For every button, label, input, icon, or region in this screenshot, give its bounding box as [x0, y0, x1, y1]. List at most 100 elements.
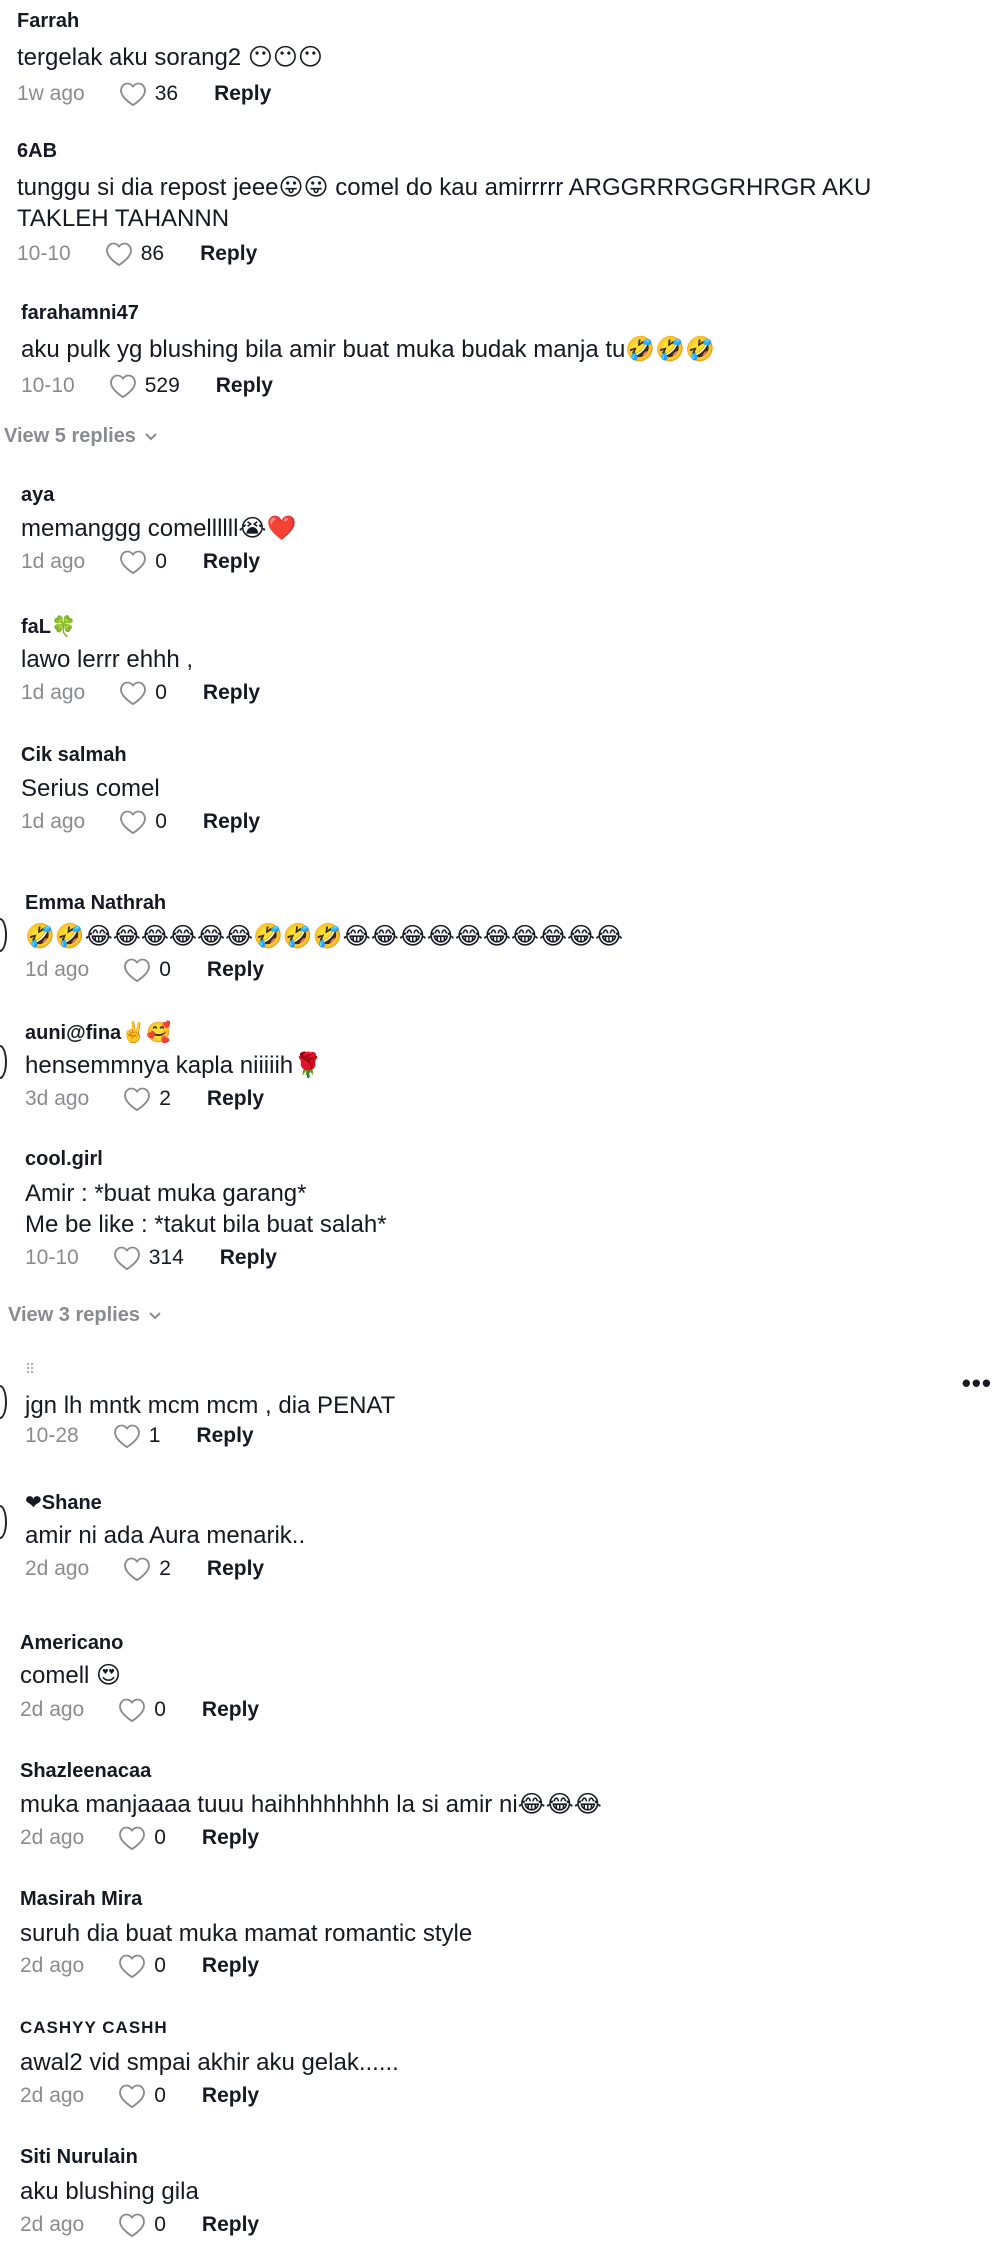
heart-outline-icon[interactable]: [118, 2083, 146, 2109]
comment-username[interactable]: faL🍀: [21, 614, 76, 639]
heart-outline-icon[interactable]: [109, 373, 137, 399]
heart-outline-icon[interactable]: [113, 1423, 141, 1449]
reply-button[interactable]: Reply: [200, 242, 257, 266]
reply-button[interactable]: Reply: [203, 810, 260, 834]
like-count: 36: [154, 82, 179, 105]
heart-outline-icon[interactable]: [123, 957, 151, 983]
comment-text: aku pulk yg blushing bila amir buat muka…: [21, 336, 715, 363]
heart-outline-icon[interactable]: [118, 1697, 146, 1723]
like-button[interactable]: 0: [118, 2083, 166, 2109]
like-button[interactable]: 0: [119, 680, 167, 706]
comment-username[interactable]: Cik salmah: [21, 744, 127, 767]
comment-meta: 2d ago 0 Reply: [20, 1950, 259, 1982]
like-button[interactable]: 0: [118, 1697, 166, 1723]
comment-meta: 2d ago 0 Reply: [20, 1694, 259, 1726]
like-button[interactable]: 36: [119, 81, 178, 107]
reply-button[interactable]: Reply: [214, 82, 271, 106]
comment-text: hensemmnya kapla niiiiih🌹: [25, 1052, 324, 1079]
comment-text: memanggg comellllll😭❤️: [21, 515, 297, 542]
avatar-edge: [0, 1045, 7, 1079]
like-count: 0: [154, 2213, 166, 2236]
comment-time: 1w ago: [17, 82, 85, 105]
like-button[interactable]: 86: [105, 241, 164, 267]
heart-outline-icon[interactable]: [119, 809, 147, 835]
comment-username[interactable]: Siti Nurulain: [20, 2146, 138, 2169]
like-button[interactable]: 0: [123, 957, 171, 983]
comment-meta: 1w ago 36 Reply: [17, 78, 271, 110]
reply-button[interactable]: Reply: [207, 958, 264, 982]
view-replies-label[interactable]: View 3 replies: [8, 1304, 140, 1327]
reply-button[interactable]: Reply: [202, 2084, 259, 2108]
heart-outline-icon[interactable]: [118, 2212, 146, 2238]
reply-button[interactable]: Reply: [202, 1826, 259, 1850]
comment-meta: 10-10 314 Reply: [25, 1242, 277, 1274]
heart-outline-icon[interactable]: [119, 680, 147, 706]
reply-button[interactable]: Reply: [203, 681, 260, 705]
comment-username[interactable]: Emma Nathrah: [25, 892, 166, 915]
heart-outline-icon[interactable]: [119, 81, 147, 107]
heart-outline-icon[interactable]: [105, 241, 133, 267]
view-replies-label[interactable]: View 5 replies: [4, 425, 136, 448]
comment-time: 1d ago: [21, 550, 86, 573]
like-button[interactable]: 0: [118, 1825, 166, 1851]
reply-button[interactable]: Reply: [196, 1424, 253, 1448]
heart-outline-icon[interactable]: [123, 1556, 151, 1582]
comment-username[interactable]: auni@fina✌️🥰: [25, 1020, 171, 1045]
heart-outline-icon[interactable]: [119, 549, 147, 575]
like-button[interactable]: 0: [119, 809, 167, 835]
comment-time: 1d ago: [21, 681, 86, 704]
like-button[interactable]: 0: [119, 549, 167, 575]
more-options-icon[interactable]: •••: [962, 1368, 992, 1399]
heart-outline-icon[interactable]: [113, 1245, 141, 1271]
like-count: 0: [159, 958, 171, 981]
comment-username[interactable]: CASHYY CASHH: [20, 2018, 168, 2038]
like-count: 0: [154, 1826, 166, 1849]
like-button[interactable]: 0: [118, 1953, 166, 1979]
like-button[interactable]: 2: [123, 1556, 171, 1582]
comment-text: awal2 vid smpai akhir aku gelak......: [20, 2049, 399, 2076]
reply-button[interactable]: Reply: [202, 2213, 259, 2237]
comment-text: lawo lerrr ehhh ,: [21, 646, 194, 673]
like-button[interactable]: 2: [123, 1086, 171, 1112]
heart-outline-icon[interactable]: [118, 1953, 146, 1979]
reply-button[interactable]: Reply: [202, 1954, 259, 1978]
comment-meta: 1d ago 0 Reply: [25, 954, 264, 986]
avatar-edge: [0, 1385, 7, 1419]
comment-username[interactable]: cool.girl: [25, 1148, 103, 1171]
like-button[interactable]: 0: [118, 2212, 166, 2238]
comment-username[interactable]: ❤Shane: [25, 1490, 102, 1515]
reply-button[interactable]: Reply: [216, 374, 273, 398]
reply-button[interactable]: Reply: [202, 1698, 259, 1722]
comment-text: jgn lh mntk mcm mcm , dia PENAT: [25, 1392, 396, 1419]
comment-text: TAKLEH TAHANNN: [17, 205, 230, 232]
comment-time: 10-10: [25, 1246, 79, 1269]
comment-username[interactable]: Shazleenacaa: [20, 1760, 151, 1783]
comment-username[interactable]: Masirah Mira: [20, 1888, 142, 1911]
like-button[interactable]: 314: [113, 1245, 184, 1271]
reply-button[interactable]: Reply: [220, 1246, 277, 1270]
like-count: 2: [159, 1087, 171, 1110]
comment-meta: 1d ago 0 Reply: [21, 806, 260, 838]
like-count: 0: [155, 810, 167, 833]
comment-username[interactable]: Americano: [20, 1632, 123, 1655]
comment-username[interactable]: Farrah: [17, 10, 79, 33]
like-button[interactable]: 1: [113, 1423, 160, 1449]
drag-handle-icon[interactable]: ⠿: [25, 1361, 35, 1378]
heart-outline-icon[interactable]: [118, 1825, 146, 1851]
like-count: 529: [144, 374, 180, 397]
comment-time: 2d ago: [25, 1557, 90, 1580]
comment-username[interactable]: 6AB: [17, 140, 57, 163]
comment-meta: 3d ago 2 Reply: [25, 1083, 264, 1115]
like-count: 0: [155, 681, 167, 704]
view-replies-button[interactable]: View 3 replies: [8, 1304, 162, 1327]
like-count: 86: [140, 242, 165, 265]
like-button[interactable]: 529: [109, 373, 180, 399]
reply-button[interactable]: Reply: [207, 1557, 264, 1581]
comment-username[interactable]: farahamni47: [21, 302, 139, 325]
comment-time: 2d ago: [20, 1826, 85, 1849]
heart-outline-icon[interactable]: [123, 1086, 151, 1112]
reply-button[interactable]: Reply: [203, 550, 260, 574]
comment-username[interactable]: aya: [21, 484, 54, 507]
view-replies-button[interactable]: View 5 replies: [4, 425, 158, 448]
reply-button[interactable]: Reply: [207, 1087, 264, 1111]
